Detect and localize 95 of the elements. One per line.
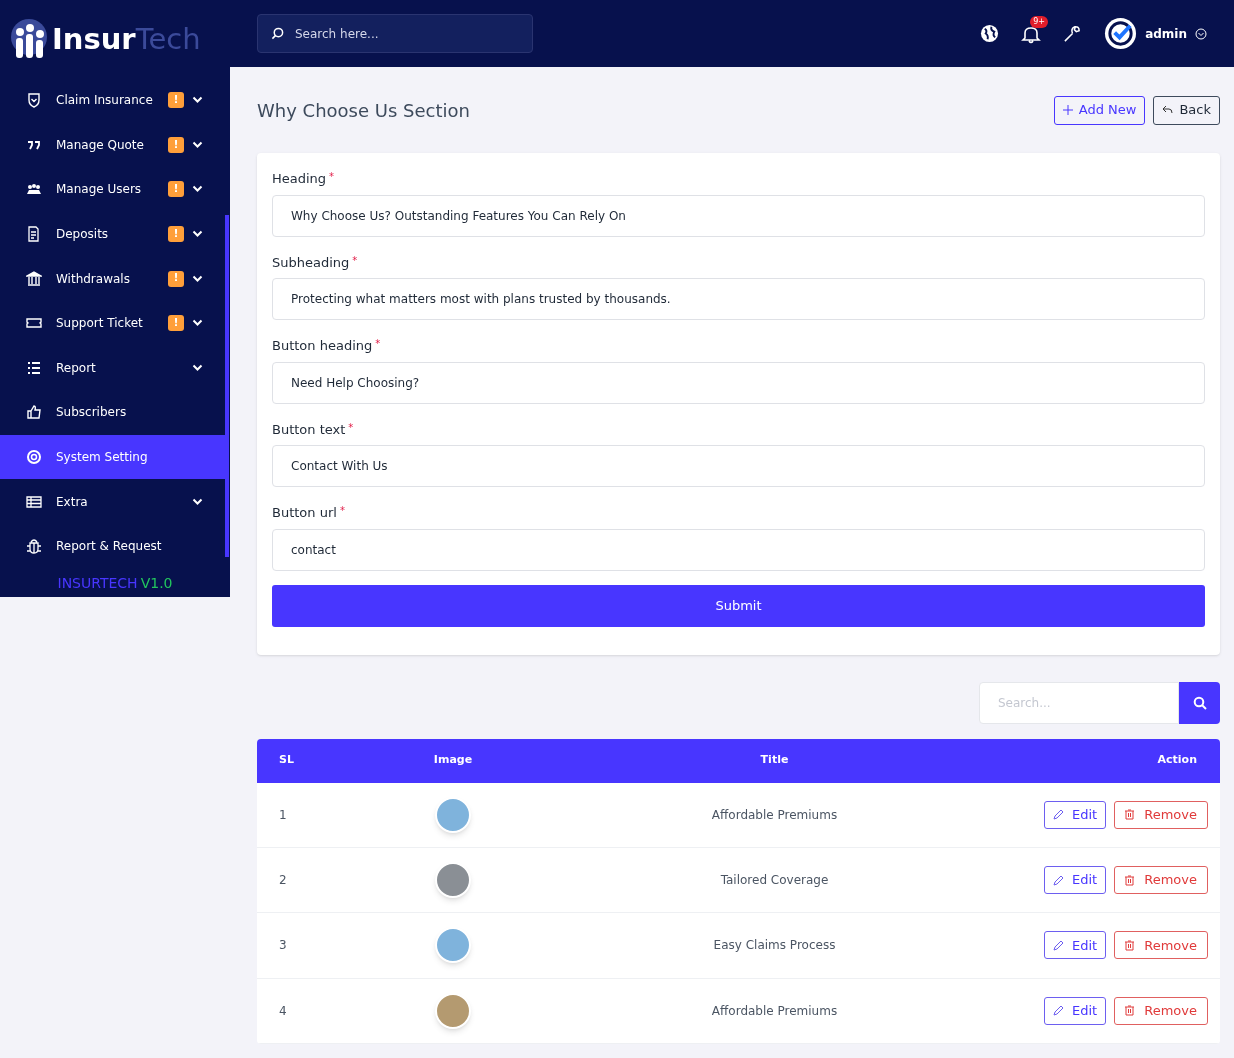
remove-button[interactable]: Remove	[1114, 996, 1208, 1025]
logo-text: Tech	[135, 24, 201, 54]
sidebar-item[interactable]: Manage Users !	[0, 167, 225, 212]
search-icon	[271, 27, 284, 40]
trash-icon	[1125, 939, 1135, 951]
table-cell-text: Affordable Premiums	[711, 1002, 838, 1020]
sidebar-item[interactable]: System Setting	[0, 434, 225, 480]
table-cell-text: Affordable Premiums	[711, 806, 838, 824]
menu-icon	[26, 493, 42, 510]
menu-icon	[26, 92, 42, 109]
photo-placeholder	[435, 992, 471, 1029]
menu-icon	[26, 538, 42, 555]
version-text: V1.0	[140, 573, 173, 593]
globe-icon[interactable]	[980, 24, 1000, 43]
required-mark: *	[339, 505, 345, 516]
table-cell: 4	[279, 1003, 287, 1018]
edit-button[interactable]: Edit	[1044, 800, 1107, 829]
field-label: Button heading *	[272, 337, 381, 355]
pencil-icon	[1053, 939, 1065, 951]
required-mark: *	[352, 254, 358, 266]
field-label: Button url *	[272, 504, 345, 522]
sidebar-item[interactable]: Withdrawals !	[0, 256, 225, 301]
add-new-button[interactable]: Add New	[1053, 95, 1146, 125]
menu-icon	[26, 404, 42, 421]
back-button[interactable]: Back	[1153, 95, 1220, 125]
menu-icon	[26, 449, 42, 466]
edit-button[interactable]: Edit	[1044, 931, 1107, 960]
input-field[interactable]: Protecting what matters most with plans trusted by thousands.	[272, 278, 1205, 320]
sidebar-item[interactable]: Subscribers	[0, 390, 225, 435]
table-cell-text: Easy Claims Process	[713, 937, 836, 955]
return-arrow-icon	[1162, 105, 1174, 115]
logo-icon	[10, 18, 48, 60]
page-title: Why Choose Us Section	[257, 98, 470, 123]
alert-badge: !	[168, 136, 184, 153]
plus-icon	[1062, 105, 1073, 115]
remove-button[interactable]: Remove	[1114, 931, 1208, 960]
app-name: INSURTECH	[57, 573, 138, 593]
pencil-icon	[1053, 1005, 1065, 1017]
menu-icon	[26, 226, 42, 243]
column-header: Title	[759, 752, 790, 769]
sidebar-item[interactable]: Report	[0, 345, 225, 391]
logo-text: Insur	[52, 24, 136, 54]
user-name[interactable]: admin	[1145, 24, 1187, 43]
menu-icon	[26, 270, 42, 287]
field-label: Button text *	[272, 420, 354, 439]
search-icon	[1192, 695, 1207, 710]
required-mark: *	[348, 421, 354, 433]
search-field[interactable]: Search here...	[257, 14, 533, 53]
photo-placeholder	[435, 796, 471, 833]
remove-button[interactable]: Remove	[1114, 866, 1208, 895]
sidebar-item[interactable]: Report & Request	[0, 523, 225, 569]
avatar-icon[interactable]	[1104, 17, 1138, 50]
sidebar-item[interactable]: Support Ticket !	[0, 300, 225, 346]
alert-badge: !	[168, 92, 184, 109]
photo-placeholder	[435, 927, 471, 964]
notification-badge: 9+	[1030, 15, 1048, 28]
input-field[interactable]: contact	[272, 528, 1205, 571]
field-label: Subheading *	[272, 253, 358, 272]
table-cell: 1	[279, 807, 287, 822]
alert-badge: !	[168, 270, 184, 287]
trash-icon	[1125, 809, 1135, 821]
menu-icon	[26, 359, 42, 376]
column-header: Action	[1156, 752, 1198, 769]
sidebar-item[interactable]: Extra	[0, 479, 225, 524]
remove-button[interactable]: Remove	[1114, 800, 1208, 829]
input-field[interactable]: Contact With Us	[272, 445, 1205, 487]
column-header: Image	[432, 752, 474, 769]
alert-badge: !	[168, 226, 184, 243]
table-cell: 3	[279, 938, 287, 953]
field-label: Heading *	[272, 170, 335, 188]
edit-button[interactable]: Edit	[1044, 866, 1107, 895]
required-mark: *	[375, 338, 381, 349]
required-mark: *	[329, 171, 335, 182]
photo-placeholder	[435, 862, 471, 899]
input-field[interactable]: Why Choose Us? Outstanding Features You Can Rely On	[272, 194, 1205, 237]
trash-icon	[1125, 874, 1135, 886]
table-cell: 2	[279, 873, 287, 888]
search-button[interactable]	[1179, 681, 1220, 724]
edit-button[interactable]: Edit	[1044, 996, 1107, 1025]
table-cell-text: Tailored Coverage	[720, 872, 829, 890]
wrench-icon[interactable]	[1063, 24, 1083, 43]
trash-icon	[1125, 1005, 1135, 1017]
alert-badge: !	[168, 181, 184, 198]
input-field[interactable]: Need Help Choosing?	[272, 361, 1205, 404]
sidebar-item[interactable]: Claim Insurance !	[0, 78, 225, 123]
pencil-icon	[1053, 809, 1065, 821]
sidebar-item[interactable]: Deposits !	[0, 211, 225, 257]
scrollbar[interactable]	[225, 215, 229, 557]
column-header: SL	[278, 752, 295, 769]
alert-badge: !	[168, 315, 184, 332]
table-search-field[interactable]: Search...	[979, 681, 1179, 724]
submit-button[interactable]: Submit	[272, 584, 1205, 627]
sidebar-item[interactable]: Manage Quote !	[0, 122, 225, 168]
pencil-icon	[1053, 874, 1065, 886]
chevron-down-icon[interactable]	[1195, 27, 1207, 40]
